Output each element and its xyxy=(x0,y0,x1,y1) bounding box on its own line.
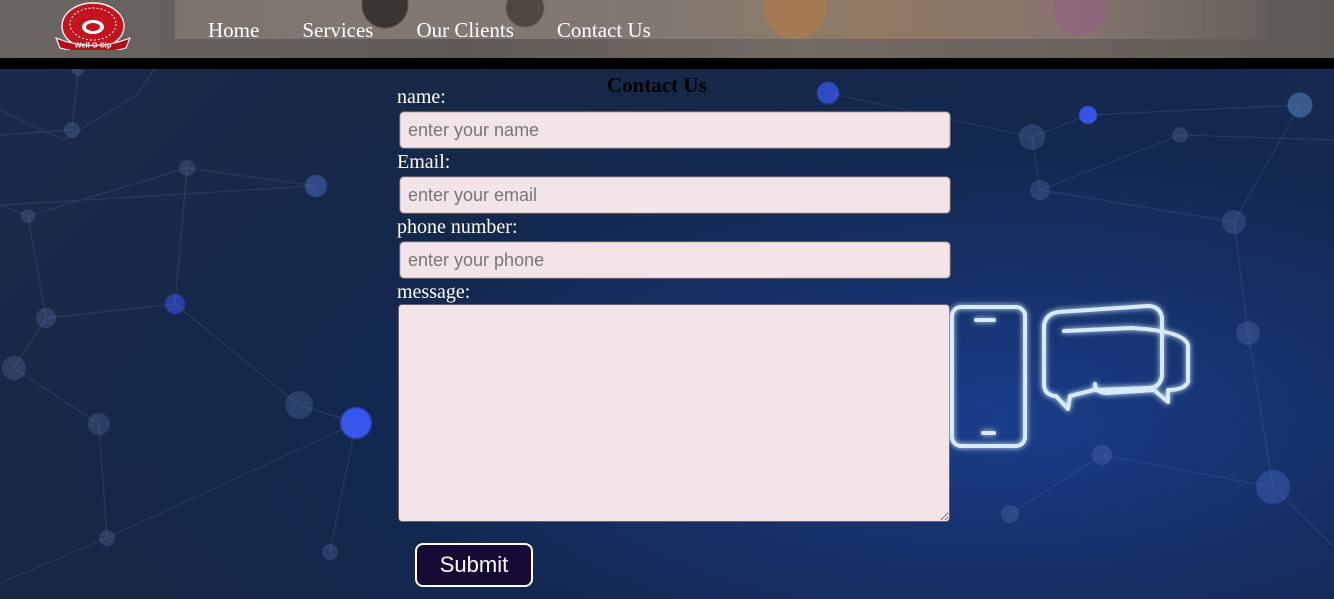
name-label: name: xyxy=(397,86,446,108)
phone-input[interactable] xyxy=(399,241,951,279)
message-label: message: xyxy=(397,281,471,303)
contact-illustration xyxy=(950,304,1190,448)
main-navigation: Home Services Our Clients Contact Us xyxy=(208,16,651,44)
email-label: Email: xyxy=(397,151,451,173)
contact-page: Well O Sip Home Services Our Clients Con… xyxy=(0,0,1334,599)
nav-home[interactable]: Home xyxy=(208,16,259,44)
well-o-sip-logo[interactable]: Well O Sip xyxy=(50,2,136,53)
chat-bubbles-icon xyxy=(1042,304,1190,411)
well-o-sip-logo-icon: Well O Sip xyxy=(55,2,131,53)
site-header: Well O Sip Home Services Our Clients Con… xyxy=(0,0,1334,58)
message-textarea[interactable] xyxy=(398,304,950,522)
name-input[interactable] xyxy=(399,111,951,149)
page-title: Contact Us xyxy=(607,73,707,98)
nav-services[interactable]: Services xyxy=(302,16,373,44)
smartphone-icon xyxy=(950,305,1027,448)
nav-our-clients[interactable]: Our Clients xyxy=(416,16,513,44)
email-input[interactable] xyxy=(399,176,951,214)
logo-text: Well O Sip xyxy=(75,41,112,50)
submit-button[interactable]: Submit xyxy=(415,543,533,587)
phone-label: phone number: xyxy=(397,216,518,238)
header-divider xyxy=(0,58,1334,69)
nav-contact-us[interactable]: Contact Us xyxy=(557,16,651,44)
